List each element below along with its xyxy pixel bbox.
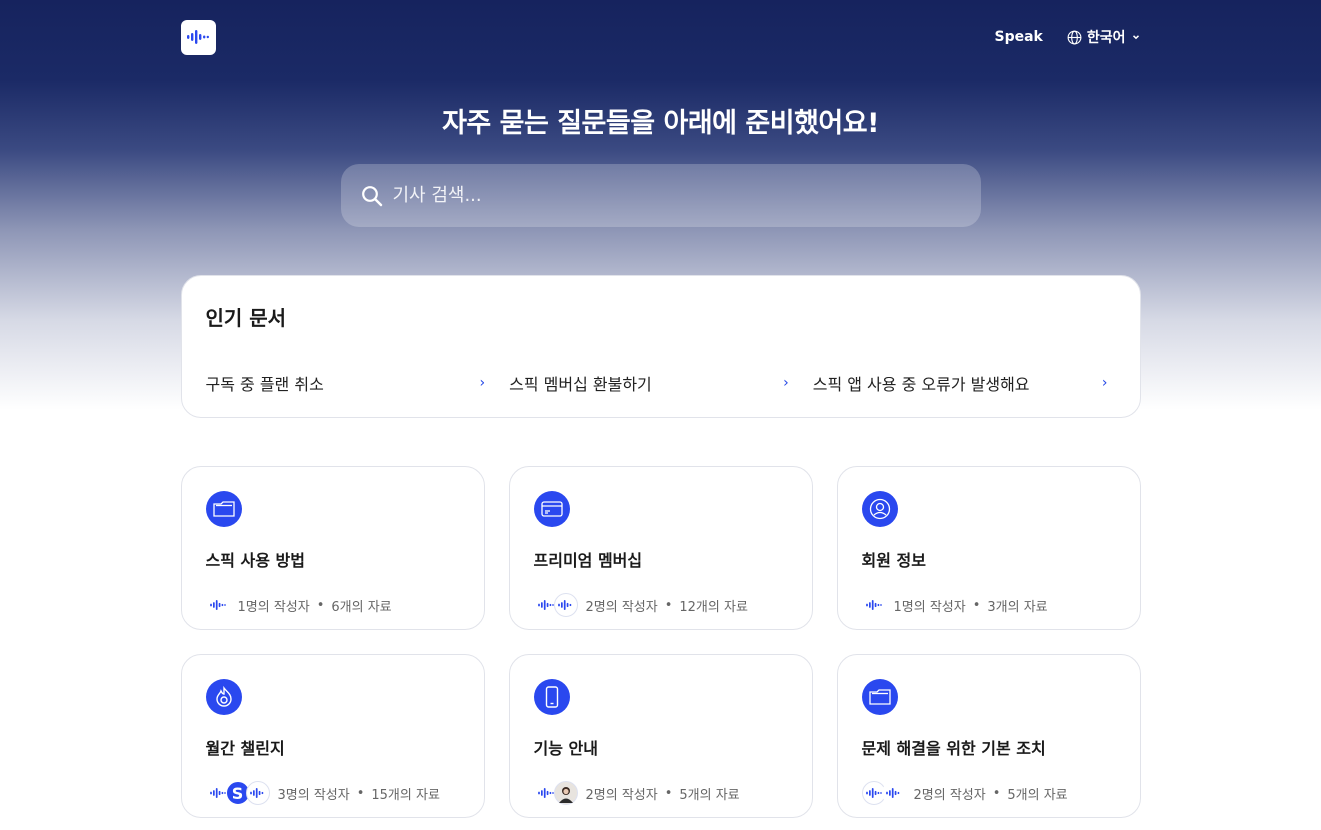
author-avatars (205, 593, 230, 617)
speak-avatar (553, 593, 578, 617)
separator: • (356, 785, 365, 801)
author-count: 2명의 작성자 (585, 599, 658, 615)
collection-meta: 1명의 작성자 • 3개의 자료 (861, 593, 1116, 617)
popular-articles: 인기 문서 구독 중 플랜 취소 › 스픽 멤버십 환불하기 › 스픽 앱 사용… (180, 275, 1141, 418)
popular-item[interactable]: 스픽 멤버십 환불하기 › (509, 371, 813, 395)
article-count: 15개의 자료 (371, 787, 440, 803)
speak-avatar (881, 781, 906, 805)
collection-card[interactable]: 기능 안내 2명의 작성자 • 5개의 자료 (508, 654, 813, 818)
speak-avatar (861, 593, 886, 617)
search-input[interactable] (392, 185, 953, 206)
chevron-right-icon: › (783, 375, 789, 391)
speak-avatar (205, 593, 230, 617)
collection-meta: 1명의 작성자 • 6개의 자료 (205, 593, 460, 617)
collection-meta: S 3명의 작성자 • 15개의 자료 (205, 781, 460, 805)
collection-card[interactable]: 문제 해결을 위한 기본 조치 2명의 작성자 • 5개의 자료 (836, 654, 1141, 818)
author-count: 1명의 작성자 (237, 599, 310, 615)
collection-card[interactable]: 프리미엄 멤버십 2명의 작성자 • 12개의 자료 (508, 466, 813, 630)
popular-item-label: 스픽 앱 사용 중 오류가 발생해요 (812, 375, 1030, 394)
collection-title: 프리미엄 멤버십 (533, 551, 643, 570)
search-icon (361, 185, 382, 206)
hero-title: 자주 묻는 질문들을 아래에 준비했어요! (442, 108, 879, 139)
collection-meta: 2명의 작성자 • 5개의 자료 (533, 781, 788, 805)
chevron-right-icon: › (1101, 375, 1108, 391)
popular-title: 인기 문서 (205, 306, 287, 330)
collections-grid: 스픽 사용 방법 1명의 작성자 • 6개의 자료 프리미엄 멤버십 2명의 작… (180, 466, 1141, 818)
collection-meta: 2명의 작성자 • 12개의 자료 (533, 593, 788, 617)
user-circle-icon (861, 491, 898, 527)
credit-card-icon (533, 491, 570, 527)
author-avatars (861, 781, 906, 805)
popular-item[interactable]: 구독 중 플랜 취소 › (206, 371, 510, 395)
popular-item[interactable]: 스픽 앱 사용 중 오류가 발생해요 › (813, 371, 1116, 395)
folder-icon (205, 491, 242, 527)
author-count: 3명의 작성자 (277, 787, 350, 803)
collection-card[interactable]: 스픽 사용 방법 1명의 작성자 • 6개의 자료 (180, 466, 485, 630)
chevron-down-icon (1132, 35, 1139, 40)
author-count: 2명의 작성자 (585, 787, 658, 803)
article-count: 5개의 자료 (679, 787, 740, 803)
header: Speak 한국어 (180, 0, 1141, 74)
popular-item-label: 스픽 멤버십 환불하기 (509, 375, 652, 394)
collection-card[interactable]: 회원 정보 1명의 작성자 • 3개의 자료 (836, 466, 1141, 630)
globe-icon (1067, 30, 1082, 44)
collection-meta: 2명의 작성자 • 5개의 자료 (861, 781, 1116, 805)
collection-title: 기능 안내 (533, 739, 598, 758)
author-photo-avatar (553, 781, 578, 805)
separator: • (972, 597, 981, 613)
article-count: 6개의 자료 (331, 599, 392, 615)
collection-title: 문제 해결을 위한 기본 조치 (861, 739, 1046, 758)
collection-title: 회원 정보 (861, 551, 926, 570)
flame-icon (205, 679, 242, 715)
author-avatars (861, 593, 886, 617)
smartphone-icon (533, 679, 570, 715)
author-avatars: S (205, 781, 270, 805)
author-avatars (533, 593, 578, 617)
author-avatars (533, 781, 578, 805)
language-selector[interactable]: 한국어 (1067, 27, 1141, 47)
collection-card[interactable]: 월간 챌린지 S 3명의 작성자 • 15개의 자료 (180, 654, 485, 818)
speak-avatar (245, 781, 270, 805)
separator: • (664, 785, 673, 801)
folder-icon (861, 679, 898, 715)
article-count: 3개의 자료 (987, 599, 1048, 615)
article-count: 12개의 자료 (679, 599, 748, 615)
separator: • (992, 785, 1001, 801)
header-nav: Speak 한국어 (995, 27, 1141, 47)
chevron-right-icon: › (479, 375, 486, 391)
search-bar[interactable] (340, 164, 981, 227)
article-count: 5개의 자료 (1007, 787, 1068, 803)
speak-logo[interactable] (180, 19, 216, 55)
collection-title: 월간 챌린지 (205, 739, 285, 758)
author-count: 2명의 작성자 (913, 787, 986, 803)
speak-waveform-icon (187, 30, 209, 44)
author-count: 1명의 작성자 (893, 599, 966, 615)
speak-link[interactable]: Speak (995, 29, 1043, 45)
popular-list: 구독 중 플랜 취소 › 스픽 멤버십 환불하기 › 스픽 앱 사용 중 오류가… (206, 371, 1116, 395)
separator: • (316, 597, 325, 613)
collection-title: 스픽 사용 방법 (205, 551, 305, 570)
separator: • (664, 597, 673, 613)
language-label: 한국어 (1086, 30, 1126, 46)
popular-item-label: 구독 중 플랜 취소 (205, 375, 324, 394)
